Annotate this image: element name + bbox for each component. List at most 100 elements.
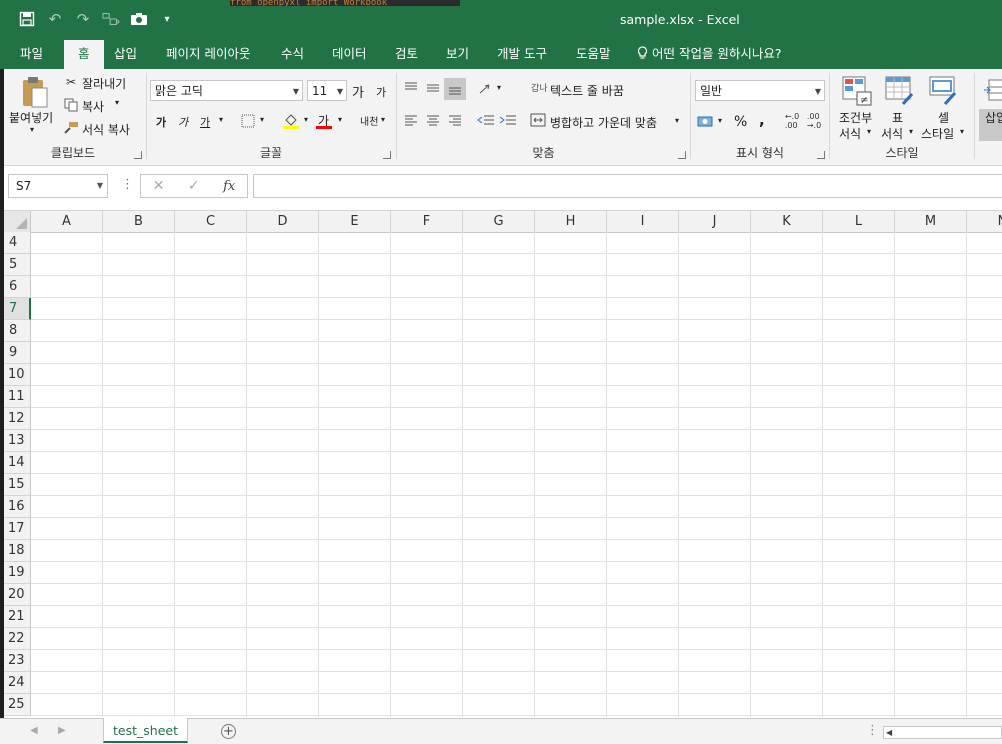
customize-qat-icon[interactable]: ▾ (158, 10, 176, 28)
merge-center-button[interactable]: 병합하고 가운데 맞춤 (550, 114, 657, 131)
conditional-dropdown-icon[interactable]: ▾ (867, 127, 871, 136)
prev-sheet-icon[interactable]: ◀ (30, 725, 38, 736)
row-header-5[interactable]: 5 (0, 254, 31, 276)
tab-view[interactable]: 보기 (446, 40, 469, 69)
tab-insert[interactable]: 삽입 (114, 40, 137, 69)
name-box[interactable]: S7 ▼ (8, 174, 108, 198)
shrink-font-button[interactable]: 가 (376, 84, 386, 100)
row-header-20[interactable]: 20 (0, 584, 31, 606)
save-icon[interactable] (18, 10, 36, 28)
tab-developer[interactable]: 개발 도구 (497, 40, 547, 69)
number-launcher-icon[interactable] (817, 151, 825, 159)
increase-decimal-icon[interactable]: ←.0.00 (783, 112, 801, 130)
row-header-24[interactable]: 24 (0, 672, 31, 694)
column-header-m[interactable]: M (895, 211, 967, 232)
row-header-14[interactable]: 14 (0, 452, 31, 474)
align-right-icon[interactable] (447, 113, 463, 127)
align-left-icon[interactable] (403, 113, 419, 127)
row-header-11[interactable]: 11 (0, 386, 31, 408)
worksheet-grid[interactable]: ABCDEFGHIJKLMN 4567891011121314151617181… (0, 211, 1002, 717)
row-header-15[interactable]: 15 (0, 474, 31, 496)
column-header-g[interactable]: G (463, 211, 535, 232)
insert-cells-icon[interactable] (983, 77, 1002, 103)
font-launcher-icon[interactable] (383, 151, 391, 159)
add-sheet-button[interactable]: + (221, 724, 236, 739)
percent-button[interactable]: % (734, 114, 747, 130)
table-dropdown-icon[interactable]: ▾ (909, 127, 913, 136)
fill-color-dropdown-icon[interactable]: ▾ (304, 115, 308, 124)
format-as-table-label-top[interactable]: 표 (892, 109, 903, 126)
row-header-18[interactable]: 18 (0, 540, 31, 562)
column-header-d[interactable]: D (247, 211, 319, 232)
decrease-decimal-icon[interactable]: .00 →.0 (805, 112, 823, 130)
tab-page-layout[interactable]: 페이지 레이아웃 (166, 40, 250, 69)
column-header-l[interactable]: L (823, 211, 895, 232)
horizontal-scrollbar[interactable]: ◀ (883, 726, 1002, 739)
sheet-tab-test-sheet[interactable]: test_sheet (103, 718, 188, 743)
column-header-f[interactable]: F (391, 211, 463, 232)
font-size-select[interactable]: 11 ▼ (307, 80, 347, 101)
column-header-n[interactable]: N (967, 211, 1002, 232)
tab-split-handle-icon[interactable]: ⋮ (866, 723, 879, 738)
row-header-12[interactable]: 12 (0, 408, 31, 430)
underline-dropdown-icon[interactable]: ▾ (219, 115, 223, 124)
align-center-icon[interactable] (425, 113, 441, 127)
row-header-16[interactable]: 16 (0, 496, 31, 518)
number-format-select[interactable]: 일반 ▼ (695, 80, 825, 101)
format-as-table-label-bottom[interactable]: 서식 (881, 125, 903, 142)
next-sheet-icon[interactable]: ▶ (58, 725, 66, 736)
phonetic-dropdown-icon[interactable]: ▾ (381, 115, 385, 124)
row-header-13[interactable]: 13 (0, 430, 31, 452)
format-as-table-icon[interactable] (884, 75, 916, 107)
column-header-c[interactable]: C (175, 211, 247, 232)
conditional-formatting-label-bottom[interactable]: 서식 (839, 125, 861, 142)
wrap-text-button[interactable]: 텍스트 줄 바꿈 (550, 82, 624, 99)
fill-color-icon[interactable] (282, 112, 300, 130)
row-header-22[interactable]: 22 (0, 628, 31, 650)
row-header-17[interactable]: 17 (0, 518, 31, 540)
cell-styles-dropdown-icon[interactable]: ▾ (960, 127, 964, 136)
borders-icon[interactable] (240, 114, 256, 128)
orientation-icon[interactable] (477, 81, 495, 97)
formula-bar-grip-icon[interactable]: ⋮ (121, 177, 134, 192)
currency-icon[interactable] (697, 113, 715, 129)
font-name-select[interactable]: 맑은 고딕 ▼ (150, 80, 303, 101)
copy-button[interactable]: 복사 (82, 98, 104, 115)
merge-dropdown-icon[interactable]: ▾ (675, 116, 679, 125)
scroll-left-icon[interactable]: ◀ (886, 727, 892, 738)
tab-review[interactable]: 검토 (395, 40, 418, 69)
paste-icon[interactable] (18, 75, 52, 111)
cut-button[interactable]: 잘라내기 (82, 75, 126, 92)
formula-input[interactable] (253, 174, 1002, 198)
align-top-icon[interactable] (403, 81, 419, 95)
conditional-formatting-icon[interactable]: ≠ (841, 75, 873, 107)
column-header-i[interactable]: I (607, 211, 679, 232)
tab-data[interactable]: 데이터 (332, 40, 367, 69)
align-bottom-icon[interactable] (444, 78, 466, 100)
row-header-21[interactable]: 21 (0, 606, 31, 628)
insert-cells-button[interactable]: 삽입 (979, 109, 1002, 141)
format-painter-button[interactable]: 서식 복사 (82, 121, 130, 138)
paste-dropdown-icon[interactable]: ▾ (30, 125, 34, 134)
row-header-7[interactable]: 7 (0, 298, 31, 320)
comma-button[interactable]: , (759, 111, 765, 129)
cell-styles-icon[interactable] (928, 75, 960, 107)
row-header-4[interactable]: 4 (0, 232, 31, 254)
enter-icon[interactable]: ✓ (188, 178, 200, 194)
tab-formulas[interactable]: 수식 (281, 40, 304, 69)
row-header-23[interactable]: 23 (0, 650, 31, 672)
column-header-h[interactable]: H (535, 211, 607, 232)
tab-file[interactable]: 파일 (20, 40, 43, 69)
row-header-19[interactable]: 19 (0, 562, 31, 584)
alignment-launcher-icon[interactable] (678, 151, 686, 159)
conditional-formatting-label-top[interactable]: 조건부 (839, 109, 872, 126)
tab-home[interactable]: 홈 (64, 40, 104, 69)
cell-styles-label-top[interactable]: 셀 (938, 109, 949, 126)
font-color-dropdown-icon[interactable]: ▾ (338, 115, 342, 124)
undo-icon[interactable]: ↶ (46, 10, 64, 28)
select-all-button[interactable] (0, 211, 31, 232)
camera-icon[interactable] (130, 10, 148, 28)
redo-icon[interactable]: ↷ (74, 10, 92, 28)
currency-dropdown-icon[interactable]: ▾ (718, 116, 722, 125)
paste-button[interactable]: 붙여넣기 (9, 109, 53, 126)
